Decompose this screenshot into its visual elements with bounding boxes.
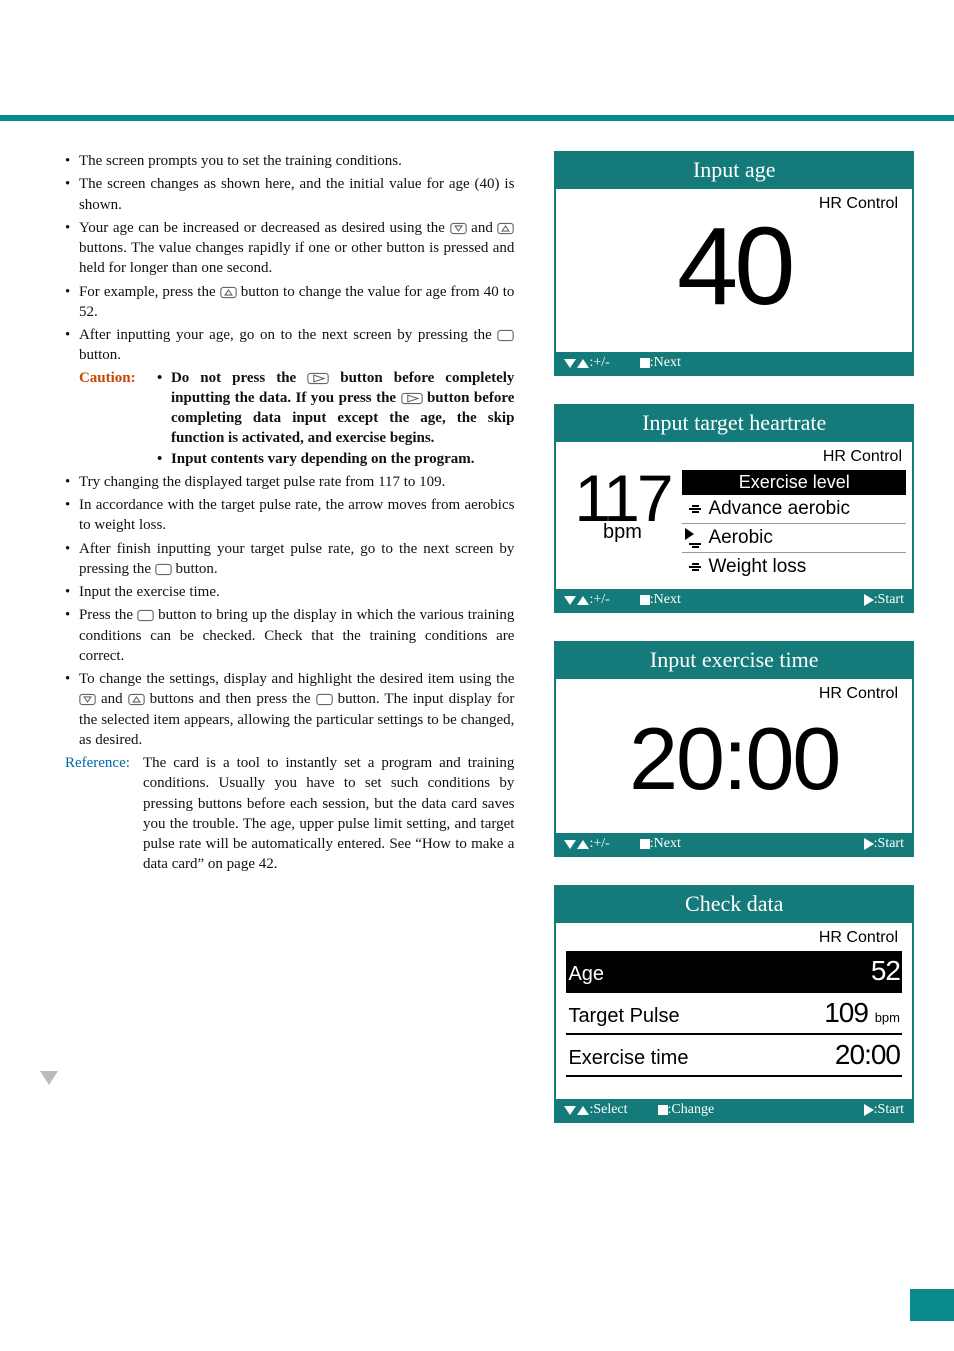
check-row-time: Exercise time 20:00 [566,1035,902,1077]
caution-text: Do not press the button before completel… [157,368,514,469]
triangle-right-icon [864,1104,874,1116]
bullet-item: The screen prompts you to set the traini… [79,151,514,171]
triangle-up-icon [577,840,589,849]
panel-footer: :+/- :Next [556,352,912,374]
bullet-item: For example, press the button to change … [79,282,514,323]
heartrate-value: 117 bpm [562,470,682,581]
exercise-level-header: Exercise level [682,470,906,495]
up-button-icon [128,693,145,706]
enter-button-icon [155,563,172,576]
input-time-panel: Input exercise time HR Control 20:00 :+/… [554,641,914,857]
bullet-item: Try changing the displayed target pulse … [79,472,514,492]
reference-label: Reference: [65,755,130,771]
reference-text: The card is a tool to instantly set a pr… [143,753,514,875]
input-age-panel: Input age HR Control 40 :+/- :Next [554,151,914,376]
instruction-text: The screen prompts you to set the traini… [65,151,514,1151]
square-icon [658,1105,668,1115]
triangle-down-icon [564,596,576,605]
triangle-down-icon [564,359,576,368]
up-button-icon [497,222,514,235]
level-row: Weight loss [682,553,906,581]
page-tab [910,1289,954,1321]
square-icon [640,358,650,368]
check-row-pulse: Target Pulse 109 bpm [566,993,902,1035]
bullet-item: Press the button to bring up the display… [79,605,514,666]
bullet-item: After finish inputting your target pulse… [79,539,514,580]
triangle-down-icon [564,840,576,849]
bullet-item: Your age can be increased or decreased a… [79,218,514,279]
check-data-panel: Check data HR Control Age 52 Target Puls… [554,885,914,1123]
hr-control-label: HR Control [566,685,902,707]
level-row: Advance aerobic [682,495,906,524]
up-button-icon [220,286,237,299]
bullet-item: In accordance with the target pulse rate… [79,495,514,536]
caution-label: Caution: [79,370,136,386]
enter-button-icon [137,609,154,622]
hr-control-label: HR Control [566,929,902,951]
enter-button-icon [497,329,514,342]
triangle-right-icon [864,594,874,606]
triangle-right-icon [864,838,874,850]
down-button-icon [450,222,467,235]
age-value: 40 [566,217,902,316]
panel-footer: :+/- :Next :Start [556,833,912,855]
triangle-up-icon [577,1106,589,1115]
triangle-up-icon [577,596,589,605]
play-button-icon [401,392,423,405]
square-icon [640,839,650,849]
play-button-icon [307,372,329,385]
input-heartrate-panel: Input target heartrate HR Control 117 bp… [554,404,914,613]
triangle-up-icon [577,359,589,368]
panel-title: Input age [556,153,912,189]
bullet-item: Input the exercise time. [79,582,514,602]
margin-gutter [40,151,65,1151]
panel-title: Input target heartrate [556,406,912,442]
down-button-icon [79,693,96,706]
bullet-item: The screen changes as shown here, and th… [79,174,514,215]
down-triangle-icon [40,1071,58,1085]
panel-title: Check data [556,887,912,923]
square-icon [640,595,650,605]
triangle-down-icon [564,1106,576,1115]
panel-footer: :Select :Change :Start [556,1099,912,1121]
enter-button-icon [316,693,333,706]
panel-title: Input exercise time [556,643,912,679]
pointer-icon [685,528,694,540]
panel-footer: :+/- :Next :Start [556,589,912,611]
bullet-item: To change the settings, display and high… [79,669,514,750]
time-value: 20:00 [566,707,902,823]
check-row-age: Age 52 [566,951,902,993]
bullet-item: After inputting your age, go on to the n… [79,325,514,469]
level-row-selected: Aerobic [682,524,906,553]
